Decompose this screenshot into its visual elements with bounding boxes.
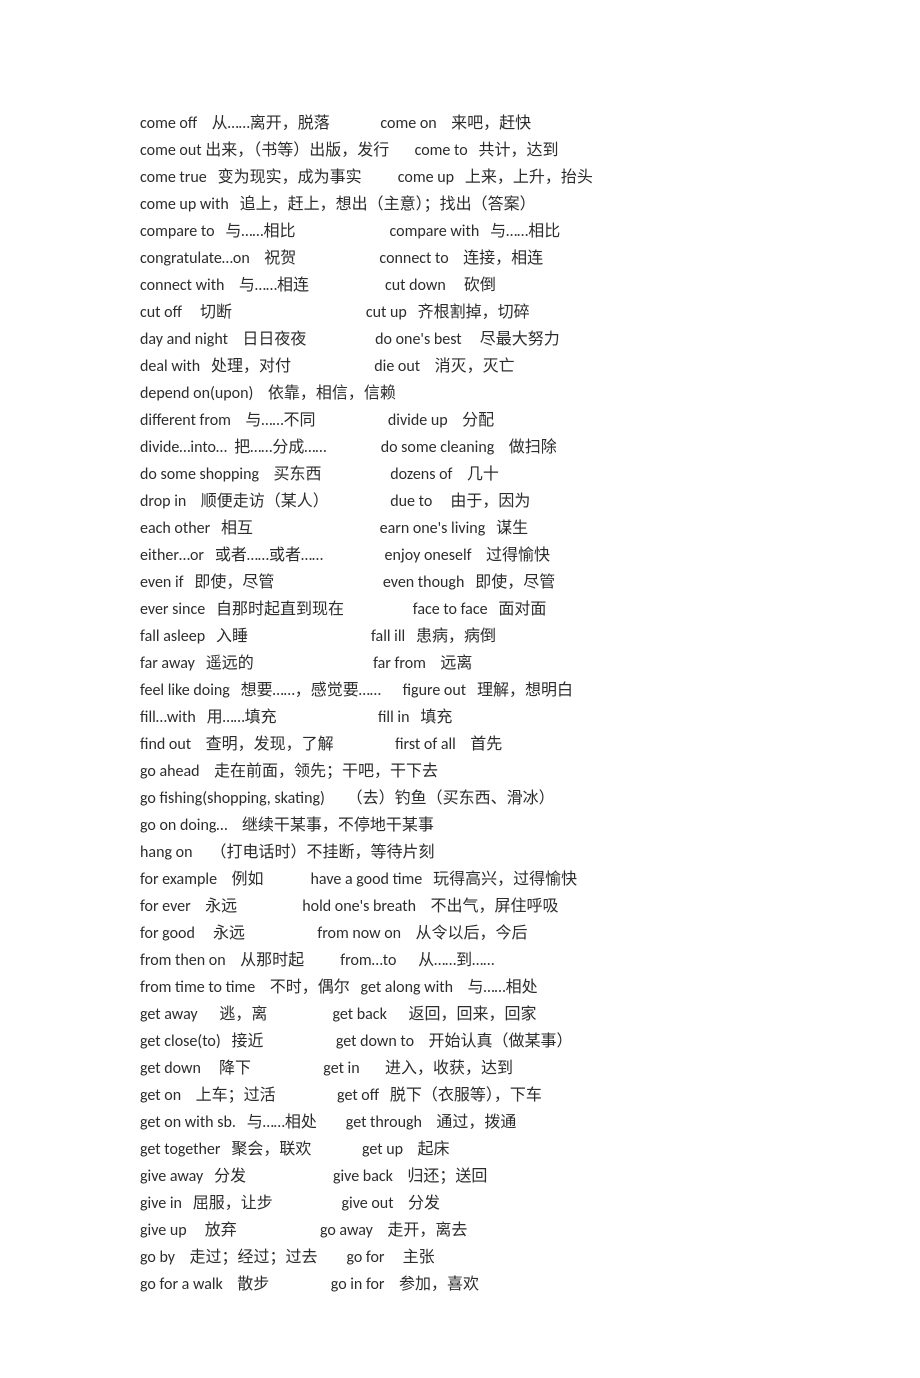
vocab-line: get on with sb. 与……相处 get through 通过，拨通 bbox=[140, 1109, 780, 1136]
vocab-line: do some shopping 买东西 dozens of 几十 bbox=[140, 461, 780, 488]
vocab-line: either…or 或者……或者…… enjoy oneself 过得愉快 bbox=[140, 542, 780, 569]
vocab-line: get on 上车；过活 get off 脱下（衣服等），下车 bbox=[140, 1082, 780, 1109]
vocab-line: for ever 永远 hold one's breath 不出气，屏住呼吸 bbox=[140, 893, 780, 920]
vocab-line: ever since 自那时起直到现在 face to face 面对面 bbox=[140, 596, 780, 623]
vocab-line: give in 屈服，让步 give out 分发 bbox=[140, 1190, 780, 1217]
vocab-line: even if 即使，尽管 even though 即使，尽管 bbox=[140, 569, 780, 596]
vocab-line: deal with 处理，对付 die out 消灭，灭亡 bbox=[140, 353, 780, 380]
vocab-line: come true 变为现实，成为事实 come up 上来，上升，抬头 bbox=[140, 164, 780, 191]
vocab-line: drop in 顺便走访（某人） due to 由于，因为 bbox=[140, 488, 780, 515]
vocab-line: come up with 追上，赶上，想出（主意）；找出（答案） bbox=[140, 191, 780, 218]
vocab-line: give up 放弃 go away 走开，离去 bbox=[140, 1217, 780, 1244]
vocab-line: go by 走过；经过；过去 go for 主张 bbox=[140, 1244, 780, 1271]
vocab-line: far away 遥远的 far from 远离 bbox=[140, 650, 780, 677]
vocab-line: go ahead 走在前面，领先；干吧，干下去 bbox=[140, 758, 780, 785]
vocab-line: feel like doing 想要……，感觉要…… figure out 理解… bbox=[140, 677, 780, 704]
document-page: come off 从……离开，脱落 come on 来吧，赶快come out … bbox=[0, 0, 920, 1378]
vocab-line: different from 与……不同 divide up 分配 bbox=[140, 407, 780, 434]
vocab-line: give away 分发 give back 归还；送回 bbox=[140, 1163, 780, 1190]
vocab-line: come out 出来，（书等）出版，发行 come to 共计，达到 bbox=[140, 137, 780, 164]
vocab-line: fall asleep 入睡 fall ill 患病，病倒 bbox=[140, 623, 780, 650]
vocab-line: compare to 与……相比 compare with 与……相比 bbox=[140, 218, 780, 245]
vocab-line: fill…with 用……填充 fill in 填充 bbox=[140, 704, 780, 731]
vocab-line: cut off 切断 cut up 齐根割掉，切碎 bbox=[140, 299, 780, 326]
vocab-line: each other 相互 earn one's living 谋生 bbox=[140, 515, 780, 542]
vocab-line: get down 降下 get in 进入，收获，达到 bbox=[140, 1055, 780, 1082]
vocab-line: connect with 与……相连 cut down 砍倒 bbox=[140, 272, 780, 299]
vocabulary-list: come off 从……离开，脱落 come on 来吧，赶快come out … bbox=[140, 110, 780, 1298]
vocab-line: go fishing(shopping, skating) （去）钓鱼（买东西、… bbox=[140, 785, 780, 812]
vocab-line: hang on （打电话时）不挂断，等待片刻 bbox=[140, 839, 780, 866]
vocab-line: from time to time 不时，偶尔 get along with 与… bbox=[140, 974, 780, 1001]
vocab-line: get together 聚会，联欢 get up 起床 bbox=[140, 1136, 780, 1163]
vocab-line: come off 从……离开，脱落 come on 来吧，赶快 bbox=[140, 110, 780, 137]
vocab-line: find out 查明，发现，了解 first of all 首先 bbox=[140, 731, 780, 758]
vocab-line: depend on(upon) 依靠，相信，信赖 bbox=[140, 380, 780, 407]
vocab-line: day and night 日日夜夜 do one's best 尽最大努力 bbox=[140, 326, 780, 353]
vocab-line: divide…into… 把……分成…… do some cleaning 做扫… bbox=[140, 434, 780, 461]
vocab-line: get away 逃，离 get back 返回，回来，回家 bbox=[140, 1001, 780, 1028]
vocab-line: for example 例如 have a good time 玩得高兴，过得愉… bbox=[140, 866, 780, 893]
vocab-line: go for a walk 散步 go in for 参加，喜欢 bbox=[140, 1271, 780, 1298]
vocab-line: for good 永远 from now on 从令以后，今后 bbox=[140, 920, 780, 947]
vocab-line: from then on 从那时起 from…to 从……到…… bbox=[140, 947, 780, 974]
vocab-line: go on doing… 继续干某事，不停地干某事 bbox=[140, 812, 780, 839]
vocab-line: get close(to) 接近 get down to 开始认真（做某事） bbox=[140, 1028, 780, 1055]
vocab-line: congratulate…on 祝贺 connect to 连接，相连 bbox=[140, 245, 780, 272]
